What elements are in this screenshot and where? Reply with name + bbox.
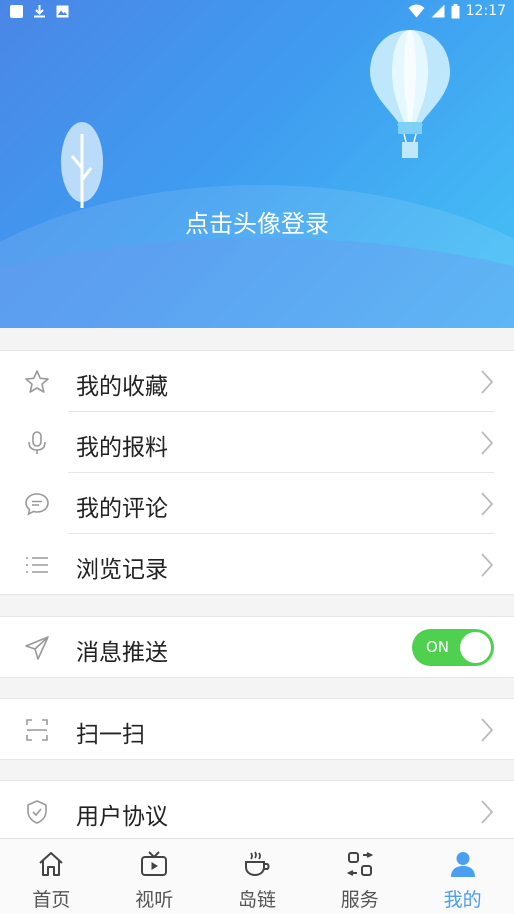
user-icon — [450, 852, 475, 877]
toggle-knob — [460, 632, 491, 663]
chevron-right-icon — [481, 370, 494, 394]
image-notification-icon — [56, 5, 69, 17]
tab-label-home: 首页 — [32, 889, 71, 911]
menu-label-agreement: 用户协议 — [76, 804, 168, 830]
notification-square-icon — [10, 4, 23, 18]
push-toggle[interactable]: ON — [412, 629, 494, 666]
tab-label-mine: 我的 — [443, 889, 482, 911]
chevron-right-icon — [481, 800, 494, 824]
tab-media[interactable]: 视听 — [103, 839, 206, 914]
hill-decoration-front — [0, 238, 514, 328]
send-icon — [25, 636, 49, 660]
menu-label-history: 浏览记录 — [76, 557, 168, 583]
menu-item-push: 消息推送 ON — [0, 617, 514, 678]
menu-label-scan: 扫一扫 — [76, 722, 145, 748]
signal-icon — [431, 4, 445, 18]
menu-group-personal: 我的收藏 我的报料 我的评论 浏览记录 — [0, 350, 514, 595]
menu-label-comments: 我的评论 — [76, 496, 168, 522]
menu-group-push: 消息推送 ON — [0, 616, 514, 678]
tab-mine[interactable]: 我的 — [411, 839, 514, 914]
tab-label-services: 服务 — [340, 889, 379, 911]
tab-island[interactable]: 岛链 — [206, 839, 309, 914]
bottom-tab-bar: 首页 视听 岛链 服务 我的 — [0, 838, 514, 914]
chevron-right-icon — [481, 492, 494, 516]
menu-item-scan[interactable]: 扫一扫 — [0, 699, 514, 760]
menu-item-agreement[interactable]: 用户协议 — [0, 781, 514, 842]
toggle-state-label: ON — [426, 638, 450, 656]
menu-item-history[interactable]: 浏览记录 — [0, 534, 514, 595]
tv-icon — [141, 851, 168, 876]
status-bar: 12:17 — [0, 0, 514, 24]
menu-item-reports[interactable]: 我的报料 — [0, 412, 514, 473]
chevron-right-icon — [481, 718, 494, 742]
tab-home[interactable]: 首页 — [0, 839, 103, 914]
list-icon — [26, 557, 48, 573]
menu-label-reports: 我的报料 — [76, 435, 168, 461]
scan-icon — [26, 719, 48, 741]
profile-header: 12:17 点击头像登录 — [0, 0, 514, 328]
menu-group-scan: 扫一扫 — [0, 698, 514, 760]
microphone-icon — [28, 431, 46, 454]
menu-label-push: 消息推送 — [76, 640, 168, 666]
hot-air-balloon-illustration — [370, 30, 450, 158]
tree-illustration — [61, 122, 103, 208]
tab-label-media: 视听 — [135, 889, 174, 911]
comment-icon — [25, 493, 49, 516]
menu-item-comments[interactable]: 我的评论 — [0, 473, 514, 534]
wifi-icon — [408, 4, 425, 18]
menu-label-favorites: 我的收藏 — [76, 374, 168, 400]
menu-group-agreement: 用户协议 — [0, 780, 514, 842]
login-prompt[interactable]: 点击头像登录 — [0, 204, 514, 239]
tab-services[interactable]: 服务 — [308, 839, 411, 914]
divider — [68, 594, 494, 595]
shield-check-icon — [27, 800, 47, 824]
coffee-icon — [244, 851, 270, 877]
battery-icon — [451, 3, 460, 18]
menu-item-favorites[interactable]: 我的收藏 — [0, 351, 514, 412]
chevron-right-icon — [481, 431, 494, 455]
services-icon — [346, 852, 374, 876]
star-icon — [25, 370, 49, 393]
chevron-right-icon — [481, 553, 494, 577]
status-time: 12:17 — [465, 3, 506, 19]
download-icon — [34, 5, 45, 18]
home-icon — [39, 852, 64, 876]
tab-label-island: 岛链 — [237, 889, 276, 911]
